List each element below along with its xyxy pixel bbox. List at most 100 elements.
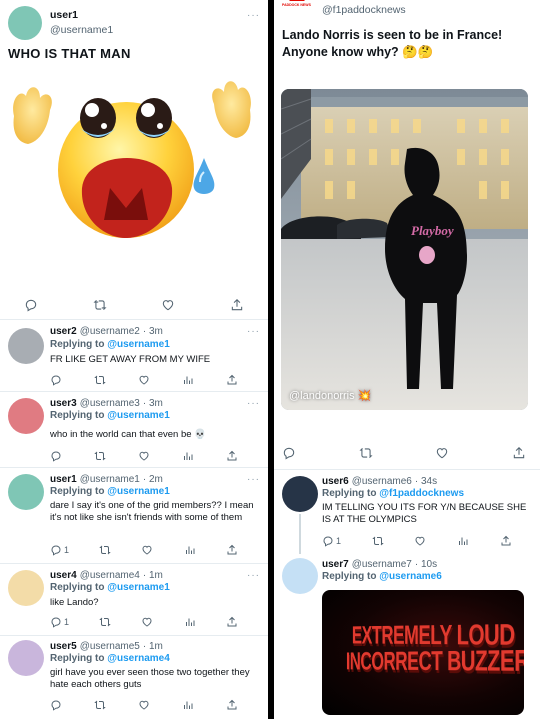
tweet-image[interactable] bbox=[8, 70, 256, 262]
reply-tweet[interactable]: user4 @username4 · 1m ··· Replying to @use… bbox=[0, 564, 268, 636]
avatar[interactable] bbox=[282, 476, 318, 512]
gif-media[interactable]: EXTREMELY LOUD INCORRECT BUZZER bbox=[322, 590, 524, 715]
more-icon[interactable]: ··· bbox=[247, 474, 260, 485]
main-tweet[interactable]: PADDOCK NEWS @f1paddocknews Lando Norris… bbox=[274, 0, 540, 470]
reply-button[interactable]: 1 bbox=[50, 544, 69, 556]
like-button[interactable] bbox=[161, 298, 175, 312]
share-button[interactable] bbox=[500, 535, 512, 547]
replying-to: Replying to @username4 bbox=[50, 653, 170, 664]
more-icon[interactable]: ··· bbox=[247, 326, 260, 337]
replying-to-link[interactable]: @f1paddocknews bbox=[379, 488, 464, 499]
replying-to: Replying to @username1 bbox=[50, 582, 170, 593]
analytics-button[interactable] bbox=[184, 544, 196, 556]
share-icon bbox=[227, 616, 237, 627]
share-button[interactable] bbox=[226, 616, 238, 628]
replying-to-link[interactable]: @username6 bbox=[379, 571, 442, 582]
avatar[interactable] bbox=[8, 570, 44, 606]
replying-to: Replying to @username1 bbox=[50, 410, 170, 421]
reply-button[interactable] bbox=[50, 374, 62, 386]
reply-button[interactable] bbox=[50, 450, 62, 462]
more-icon[interactable]: ··· bbox=[247, 398, 260, 409]
avatar[interactable] bbox=[8, 398, 44, 434]
reply-tweet[interactable]: user1 @username1 · 2m ··· Replying to @use… bbox=[0, 468, 268, 564]
retweet-button[interactable] bbox=[359, 446, 373, 460]
reply-tweet[interactable]: user6 @username6 · 34s Replying to @f1padd… bbox=[274, 470, 540, 554]
avatar[interactable] bbox=[282, 558, 318, 594]
like-button[interactable] bbox=[138, 699, 150, 711]
retweet-button[interactable] bbox=[94, 450, 106, 462]
analytics-button[interactable] bbox=[184, 616, 196, 628]
reply-tweet[interactable]: user5 @username5 · 1m Replying to @usernam… bbox=[0, 636, 268, 719]
share-icon bbox=[231, 299, 243, 311]
share-icon bbox=[227, 699, 237, 710]
reply-text: FR LIKE GET AWAY FROM MY WIFE bbox=[50, 354, 211, 365]
f1-paddock-logo[interactable]: PADDOCK NEWS bbox=[280, 0, 314, 12]
author-name[interactable]: user1 bbox=[50, 9, 78, 21]
reply-tweet[interactable]: user7 @username7 · 10s Replying to @userna… bbox=[274, 554, 540, 719]
like-button[interactable] bbox=[141, 544, 153, 556]
reply-actions: 1 bbox=[322, 534, 512, 548]
replying-to-link[interactable]: @username4 bbox=[107, 653, 170, 664]
reply-tweet[interactable]: user2 @username2 · 3m ··· Replying to @use… bbox=[0, 320, 268, 392]
share-button[interactable] bbox=[230, 298, 244, 312]
replying-to-link[interactable]: @username1 bbox=[107, 486, 170, 497]
retweet-button[interactable] bbox=[93, 298, 107, 312]
like-icon bbox=[142, 617, 152, 627]
replying-to: Replying to @username6 bbox=[322, 571, 442, 582]
author-handle[interactable]: @f1paddocknews bbox=[322, 4, 406, 16]
like-icon bbox=[415, 536, 425, 546]
reply-tweet[interactable]: user3 @username3 · 3m ··· Replying to @use… bbox=[0, 392, 268, 468]
more-icon[interactable]: ··· bbox=[247, 10, 260, 21]
author-handle[interactable]: @username1 bbox=[50, 24, 113, 36]
replying-to-link[interactable]: @username1 bbox=[107, 410, 170, 421]
analytics-icon bbox=[184, 701, 193, 709]
like-button[interactable] bbox=[435, 446, 449, 460]
author-name[interactable]: user4 @username4 · 1m bbox=[50, 570, 163, 581]
author-name[interactable]: user2 @username2 · 3m bbox=[50, 326, 163, 337]
replying-to-link[interactable]: @username1 bbox=[107, 582, 170, 593]
reply-button[interactable] bbox=[50, 699, 62, 711]
share-button[interactable] bbox=[226, 544, 238, 556]
share-icon bbox=[227, 450, 237, 461]
reply-button[interactable] bbox=[24, 298, 38, 312]
analytics-button[interactable] bbox=[182, 450, 194, 462]
retweet-button[interactable] bbox=[99, 544, 111, 556]
reply-button[interactable] bbox=[282, 446, 296, 460]
analytics-button[interactable] bbox=[457, 535, 469, 547]
author-name[interactable]: user1 @username1 · 2m bbox=[50, 474, 163, 485]
reply-button[interactable]: 1 bbox=[50, 616, 69, 628]
share-button[interactable] bbox=[512, 446, 526, 460]
like-button[interactable] bbox=[141, 616, 153, 628]
like-button[interactable] bbox=[138, 450, 150, 462]
retweet-button[interactable] bbox=[94, 374, 106, 386]
more-icon[interactable]: ··· bbox=[247, 570, 260, 581]
retweet-button[interactable] bbox=[99, 616, 111, 628]
analytics-icon bbox=[459, 537, 468, 545]
author-name[interactable]: user7 @username7 · 10s bbox=[322, 559, 437, 570]
retweet-button[interactable] bbox=[372, 535, 384, 547]
avatar[interactable] bbox=[8, 474, 44, 510]
share-button[interactable] bbox=[226, 450, 238, 462]
like-button[interactable] bbox=[138, 374, 150, 386]
crying-face-emoji bbox=[13, 81, 251, 238]
retweet-button[interactable] bbox=[94, 699, 106, 711]
tweet-photo[interactable]: Playboy @landonorris 💥 bbox=[281, 89, 528, 410]
timestamp: · 2m bbox=[142, 474, 163, 485]
avatar[interactable] bbox=[8, 328, 44, 364]
photo-watermark: @landonorris 💥 bbox=[289, 390, 372, 402]
timestamp: · 1m bbox=[142, 641, 163, 652]
like-button[interactable] bbox=[414, 535, 426, 547]
replying-to-link[interactable]: @username1 bbox=[107, 339, 170, 350]
share-button[interactable] bbox=[226, 699, 238, 711]
share-button[interactable] bbox=[226, 374, 238, 386]
avatar[interactable] bbox=[8, 6, 42, 40]
analytics-button[interactable] bbox=[182, 699, 194, 711]
author-name[interactable]: user3 @username3 · 3m bbox=[50, 398, 163, 409]
reply-button[interactable]: 1 bbox=[322, 535, 341, 547]
author-name[interactable]: user6 @username6 · 34s bbox=[322, 476, 437, 487]
share-icon bbox=[513, 447, 525, 459]
avatar[interactable] bbox=[8, 640, 44, 676]
main-tweet[interactable]: user1 @username1 ··· WHO IS THAT MAN bbox=[0, 0, 268, 320]
analytics-button[interactable] bbox=[182, 374, 194, 386]
author-name[interactable]: user5 @username5 · 1m bbox=[50, 641, 163, 652]
